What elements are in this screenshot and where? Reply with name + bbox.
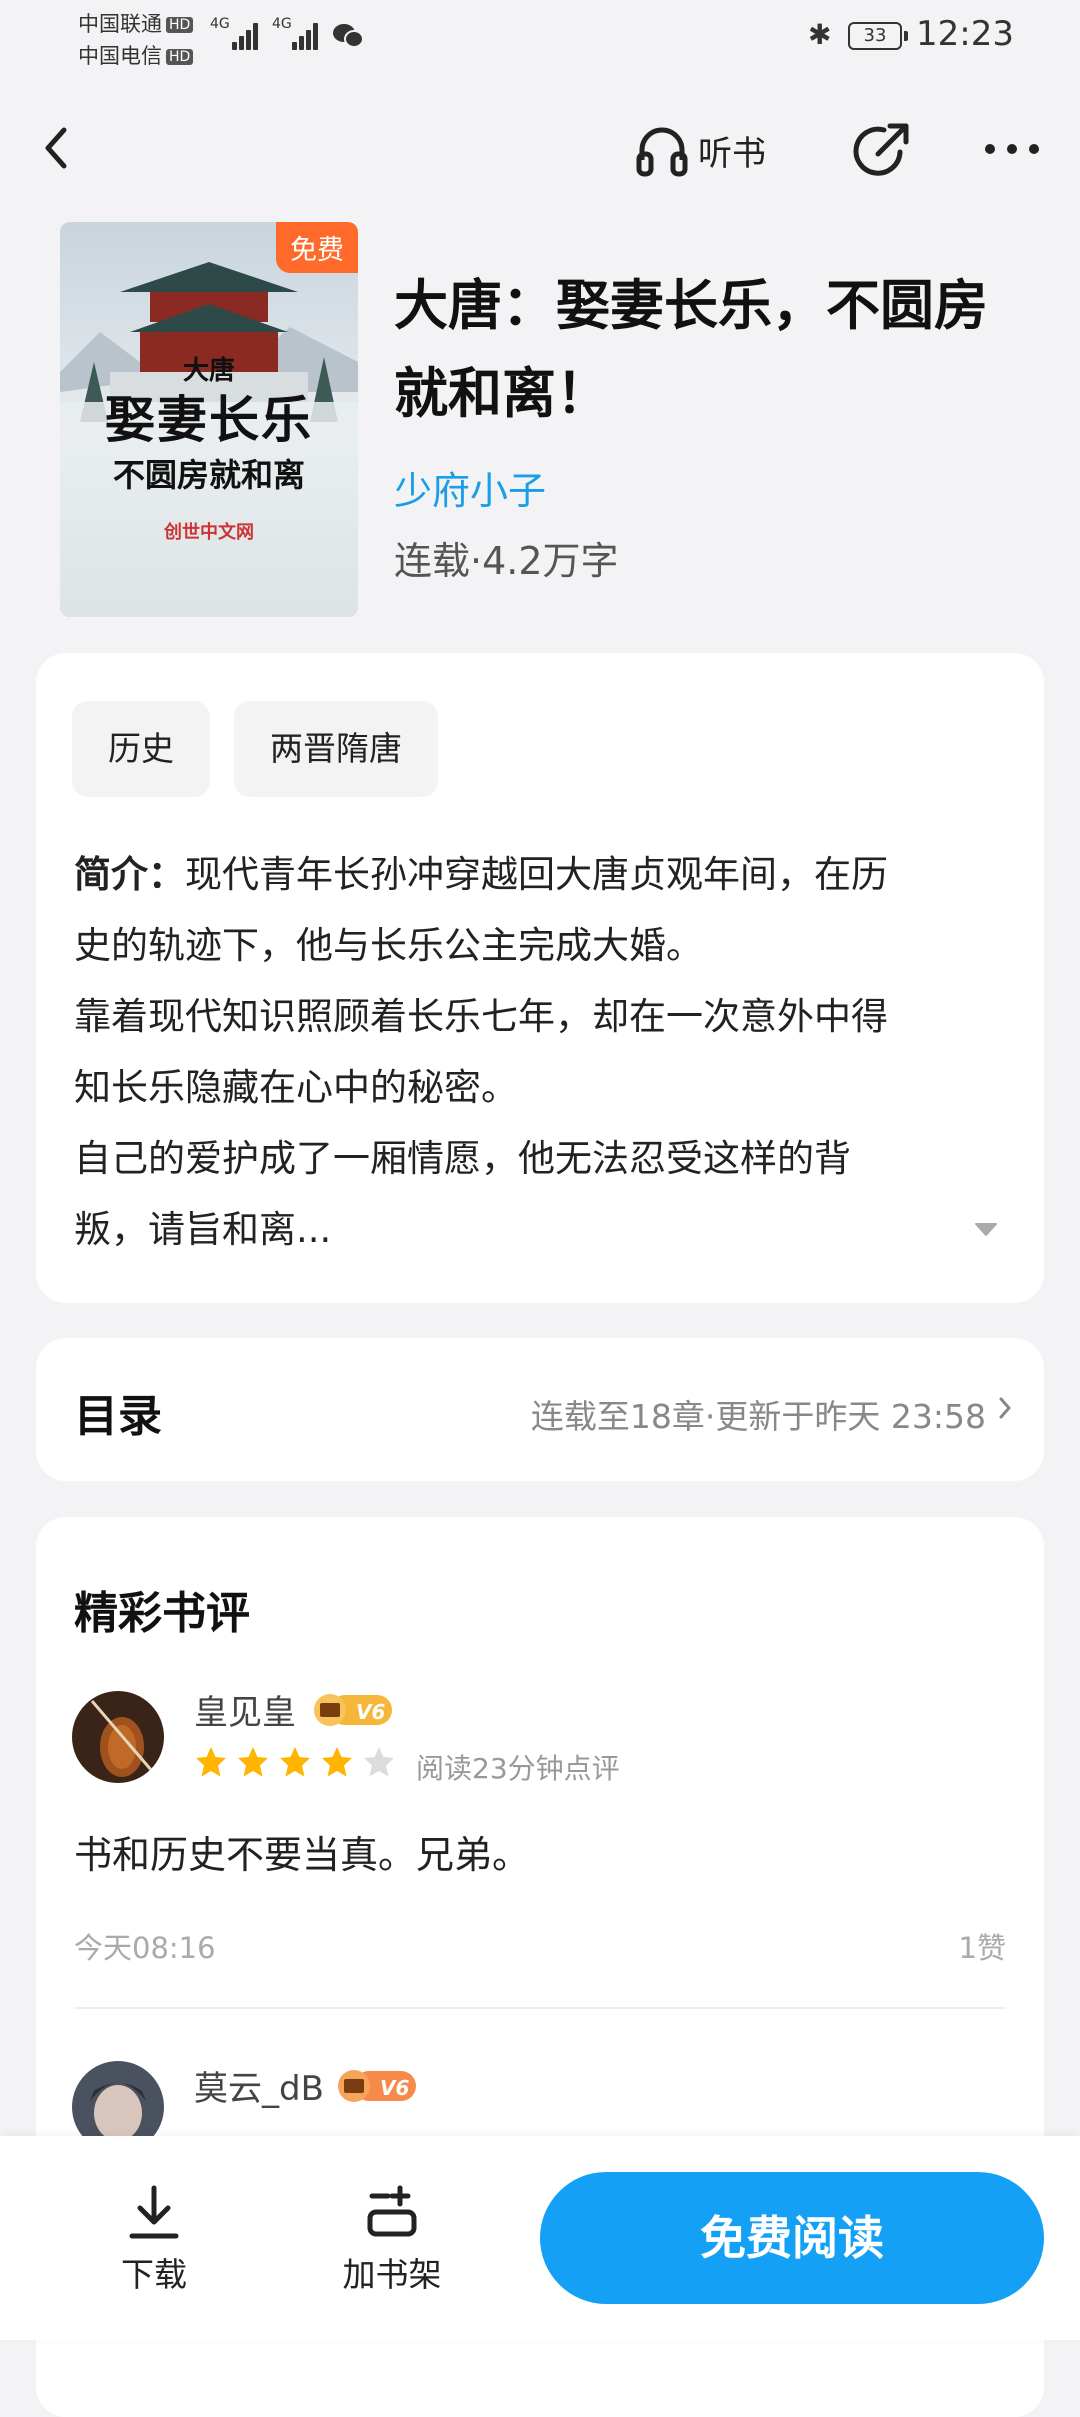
review-date: 今天08:16 bbox=[74, 1931, 216, 1965]
carrier-1: 中国联通 HD bbox=[78, 8, 194, 38]
review-text[interactable]: 书和历史不要当真。兄弟。 bbox=[74, 1824, 530, 1879]
intro-line: 自己的爱护成了一厢情愿，他无法忍受这样的背 bbox=[74, 1137, 851, 1180]
free-read-button[interactable]: 免费阅读 bbox=[540, 2172, 1044, 2304]
intro-line: 叛，请旨和离... bbox=[74, 1208, 332, 1251]
book-cover[interactable]: 免费 大唐 娶妻长乐 不圆房就和离 创世中文网 bbox=[60, 222, 358, 617]
top-nav: 听书 bbox=[0, 100, 1080, 200]
bluetooth-icon: ✱ bbox=[808, 18, 832, 51]
signal-icon-2 bbox=[292, 22, 322, 50]
clock: 12:23 bbox=[916, 14, 1014, 54]
add-shelf-label: 加书架 bbox=[342, 2255, 442, 2294]
review-username[interactable]: 皇见皇 bbox=[194, 1685, 296, 1734]
bottom-action-bar: 下载 加书架 免费阅读 bbox=[0, 2136, 1080, 2340]
star-filled-icon bbox=[238, 1747, 268, 1777]
vip-level-text: V6 bbox=[356, 1700, 385, 1724]
rating-stars bbox=[194, 1745, 396, 1779]
expand-icon[interactable] bbox=[974, 1221, 998, 1237]
free-badge: 免费 bbox=[276, 222, 358, 273]
battery-icon: 33 bbox=[848, 22, 908, 50]
violin-avatar-image bbox=[72, 1691, 164, 1783]
read-time: 阅读23分钟点评 bbox=[416, 1752, 620, 1785]
download-button[interactable]: 下载 bbox=[84, 2182, 224, 2296]
status-bar: 中国联通 HD 中国电信 HD 4G 4G ✱ 33 12:23 bbox=[0, 0, 1080, 80]
review-username[interactable]: 莫云_dB bbox=[194, 2061, 324, 2110]
cover-publisher: 创世中文网 bbox=[164, 522, 254, 543]
add-shelf-icon bbox=[367, 2185, 417, 2237]
vip-level-badge: V6 bbox=[338, 2070, 416, 2102]
reviews-title: 精彩书评 bbox=[74, 1588, 250, 1639]
network-type-1: 4G bbox=[210, 16, 230, 32]
intro-line: 靠着现代知识照顾着长乐七年，却在一次意外中得 bbox=[74, 995, 888, 1038]
signal-icon bbox=[232, 22, 262, 50]
star-filled-icon bbox=[196, 1747, 226, 1777]
wechat-icon bbox=[333, 24, 364, 48]
book-meta: 连载·4.2万字 bbox=[394, 539, 619, 583]
add-to-shelf-button[interactable]: 加书架 bbox=[322, 2182, 462, 2296]
headphones-icon bbox=[636, 127, 688, 177]
download-icon bbox=[129, 2185, 179, 2239]
star-filled-icon bbox=[322, 1747, 352, 1777]
listen-button[interactable]: 听书 bbox=[636, 118, 766, 182]
tag-jin-sui-tang[interactable]: 两晋隋唐 bbox=[234, 701, 438, 797]
like-count[interactable]: 1赞 bbox=[959, 1925, 1006, 1967]
carrier-2: 中国电信 HD bbox=[78, 40, 194, 70]
intro-line: 现代青年长孙冲穿越回大唐贞观年间，在历 bbox=[185, 853, 888, 896]
tag-list: 历史 两晋隋唐 bbox=[72, 701, 438, 797]
star-filled-icon bbox=[280, 1747, 310, 1777]
star-empty-icon bbox=[364, 1747, 394, 1777]
toc-card[interactable]: 目录 连载至18章·更新于昨天 23:58 bbox=[36, 1338, 1044, 1481]
cover-main-title: 娶妻长乐 bbox=[105, 390, 313, 449]
intro-line: 知长乐隐藏在心中的秘密。 bbox=[74, 1066, 518, 1109]
intro-text[interactable]: 简介：现代青年长孙冲穿越回大唐贞观年间，在历 史的轨迹下，他与长乐公主完成大婚。… bbox=[74, 839, 1014, 1265]
intro-card: 历史 两晋隋唐 简介：现代青年长孙冲穿越回大唐贞观年间，在历 史的轨迹下，他与长… bbox=[36, 653, 1044, 1303]
tag-history[interactable]: 历史 bbox=[72, 701, 210, 797]
chevron-right-icon bbox=[999, 1397, 1011, 1419]
author-link[interactable]: 少府小子 bbox=[394, 460, 546, 515]
avatar[interactable] bbox=[72, 1691, 164, 1783]
divider bbox=[74, 2007, 1006, 2009]
vip-level-text: V6 bbox=[380, 2076, 409, 2100]
intro-label: 简介： bbox=[74, 853, 185, 896]
intro-line: 史的轨迹下，他与长乐公主完成大婚。 bbox=[74, 924, 703, 967]
cover-subtitle: 不圆房就和离 bbox=[112, 456, 305, 494]
download-label: 下载 bbox=[121, 2255, 187, 2294]
network-type-2: 4G bbox=[272, 16, 292, 32]
book-title: 大唐：娶妻长乐，不圆房就和离！ bbox=[394, 274, 988, 425]
back-icon[interactable] bbox=[38, 118, 78, 178]
more-icon[interactable] bbox=[980, 136, 1044, 162]
toc-status: 连载至18章·更新于昨天 23:58 bbox=[530, 1397, 986, 1436]
listen-label: 听书 bbox=[698, 133, 766, 174]
vip-level-badge: V6 bbox=[314, 1694, 392, 1726]
toc-title: 目录 bbox=[74, 1391, 162, 1442]
share-icon[interactable] bbox=[848, 118, 914, 184]
